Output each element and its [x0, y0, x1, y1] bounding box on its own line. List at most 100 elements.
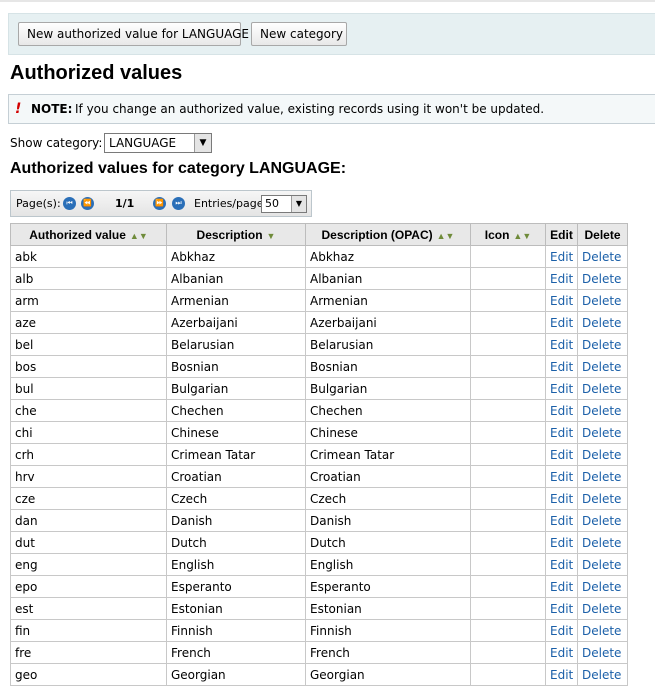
cell-icon	[470, 443, 546, 466]
edit-link[interactable]: Edit	[545, 443, 578, 466]
table-row: alb Albanian Albanian Edit Delete	[10, 267, 628, 290]
cell-authorized-value: bos	[10, 355, 167, 378]
edit-link[interactable]: Edit	[545, 399, 578, 422]
delete-link[interactable]: Delete	[577, 311, 628, 334]
edit-link[interactable]: Edit	[545, 487, 578, 510]
cell-icon	[470, 663, 546, 686]
new-authorized-value-button[interactable]: New authorized value for LANGUAGE	[18, 22, 249, 46]
cell-authorized-value: dut	[10, 531, 167, 554]
edit-link[interactable]: Edit	[545, 465, 578, 488]
edit-link[interactable]: Edit	[545, 531, 578, 554]
cell-icon	[470, 597, 546, 620]
cell-authorized-value: arm	[10, 289, 167, 312]
cell-authorized-value: fin	[10, 619, 167, 642]
delete-link[interactable]: Delete	[577, 399, 628, 422]
toolbar: New authorized value for LANGUAGE New ca…	[8, 13, 655, 55]
delete-link[interactable]: Delete	[577, 531, 628, 554]
cell-icon	[470, 465, 546, 488]
delete-link[interactable]: Delete	[577, 245, 628, 268]
table-row: hrv Croatian Croatian Edit Delete	[10, 465, 628, 488]
delete-link[interactable]: Delete	[577, 267, 628, 290]
delete-link[interactable]: Delete	[577, 289, 628, 312]
edit-link[interactable]: Edit	[545, 619, 578, 642]
column-header-description[interactable]: Description ▼	[166, 223, 306, 246]
delete-link[interactable]: Delete	[577, 443, 628, 466]
cell-authorized-value: hrv	[10, 465, 167, 488]
sort-icon: ▲▼	[513, 230, 532, 241]
entries-per-page-label: Entries/page:	[194, 197, 268, 210]
cell-icon	[470, 553, 546, 576]
edit-link[interactable]: Edit	[545, 245, 578, 268]
table-header-row: Authorized value ▲▼ Description ▼ Descript…	[10, 223, 628, 246]
cell-icon	[470, 245, 546, 268]
delete-link[interactable]: Delete	[577, 487, 628, 510]
cell-authorized-value: bel	[10, 333, 167, 356]
last-page-icon[interactable]: ⏭	[172, 197, 185, 210]
edit-link[interactable]: Edit	[545, 355, 578, 378]
sort-icon: ▲▼	[436, 230, 455, 241]
delete-link[interactable]: Delete	[577, 465, 628, 488]
entries-per-page-select[interactable]: 50 ▼	[261, 195, 307, 213]
column-header-description-opac[interactable]: Description (OPAC) ▲▼	[305, 223, 471, 246]
edit-link[interactable]: Edit	[545, 333, 578, 356]
delete-link[interactable]: Delete	[577, 619, 628, 642]
table-row: bos Bosnian Bosnian Edit Delete	[10, 355, 628, 378]
cell-authorized-value: chi	[10, 421, 167, 444]
delete-link[interactable]: Delete	[577, 355, 628, 378]
edit-link[interactable]: Edit	[545, 421, 578, 444]
cell-authorized-value: aze	[10, 311, 167, 334]
cell-icon	[470, 311, 546, 334]
delete-link[interactable]: Delete	[577, 421, 628, 444]
edit-link[interactable]: Edit	[545, 509, 578, 532]
cell-icon	[470, 509, 546, 532]
previous-page-icon[interactable]: ⏪	[81, 197, 94, 210]
cell-description: French	[166, 641, 306, 664]
table-row: dut Dutch Dutch Edit Delete	[10, 531, 628, 554]
cell-authorized-value: epo	[10, 575, 167, 598]
table-row: bul Bulgarian Bulgarian Edit Delete	[10, 377, 628, 400]
cell-authorized-value: est	[10, 597, 167, 620]
delete-link[interactable]: Delete	[577, 597, 628, 620]
cell-description: English	[166, 553, 306, 576]
edit-link[interactable]: Edit	[545, 641, 578, 664]
category-select[interactable]: LANGUAGE ▼	[104, 133, 212, 153]
cell-icon	[470, 619, 546, 642]
authorized-values-table: Authorized value ▲▼ Description ▼ Descript…	[10, 223, 628, 686]
edit-link[interactable]: Edit	[545, 575, 578, 598]
delete-link[interactable]: Delete	[577, 663, 628, 686]
edit-link[interactable]: Edit	[545, 311, 578, 334]
entries-per-page-value: 50	[265, 197, 279, 210]
delete-link[interactable]: Delete	[577, 641, 628, 664]
edit-link[interactable]: Edit	[545, 377, 578, 400]
cell-icon	[470, 333, 546, 356]
first-page-icon[interactable]: ⏮	[63, 197, 76, 210]
cell-icon	[470, 421, 546, 444]
next-page-icon[interactable]: ⏩	[153, 197, 166, 210]
cell-description-opac: Georgian	[305, 663, 471, 686]
edit-link[interactable]: Edit	[545, 289, 578, 312]
warning-icon: !	[15, 101, 22, 117]
cell-authorized-value: bul	[10, 377, 167, 400]
delete-link[interactable]: Delete	[577, 333, 628, 356]
cell-description-opac: French	[305, 641, 471, 664]
edit-link[interactable]: Edit	[545, 553, 578, 576]
cell-description-opac: Azerbaijani	[305, 311, 471, 334]
edit-link[interactable]: Edit	[545, 267, 578, 290]
table-row: eng English English Edit Delete	[10, 553, 628, 576]
column-header-authorized-value[interactable]: Authorized value ▲▼	[10, 223, 167, 246]
cell-description-opac: English	[305, 553, 471, 576]
edit-link[interactable]: Edit	[545, 663, 578, 686]
delete-link[interactable]: Delete	[577, 553, 628, 576]
cell-icon	[470, 487, 546, 510]
cell-description-opac: Dutch	[305, 531, 471, 554]
column-header-icon[interactable]: Icon ▲▼	[470, 223, 546, 246]
new-category-button[interactable]: New category	[251, 22, 347, 46]
dropdown-arrow-icon: ▼	[194, 134, 211, 152]
table-row: abk Abkhaz Abkhaz Edit Delete	[10, 245, 628, 268]
delete-link[interactable]: Delete	[577, 509, 628, 532]
edit-link[interactable]: Edit	[545, 597, 578, 620]
delete-link[interactable]: Delete	[577, 575, 628, 598]
cell-description-opac: Crimean Tatar	[305, 443, 471, 466]
cell-authorized-value: cze	[10, 487, 167, 510]
delete-link[interactable]: Delete	[577, 377, 628, 400]
